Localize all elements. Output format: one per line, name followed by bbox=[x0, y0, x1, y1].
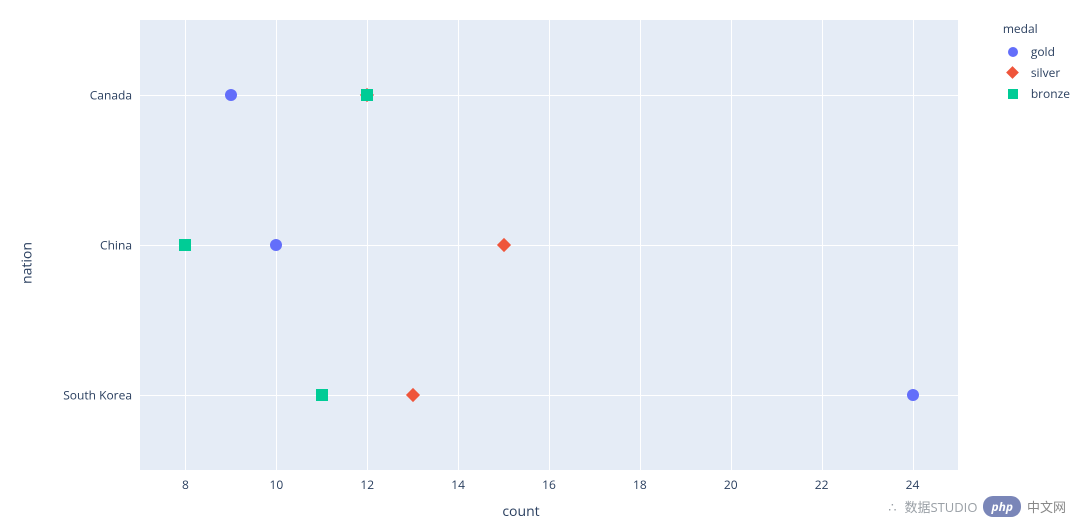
y-tick-label: China bbox=[100, 237, 140, 254]
data-point[interactable] bbox=[361, 89, 373, 101]
php-badge-icon: php bbox=[983, 496, 1021, 517]
x-tick-label: 8 bbox=[182, 470, 189, 493]
data-point[interactable] bbox=[316, 389, 328, 401]
x-tick-label: 22 bbox=[815, 470, 829, 493]
plot-area[interactable]: 81012141618202224CanadaChinaSouth Korea bbox=[140, 20, 958, 470]
x-axis-title: count bbox=[502, 502, 539, 521]
gridline-horizontal bbox=[140, 245, 958, 246]
watermark-brand: 数据STUDIO bbox=[904, 497, 977, 516]
x-tick-label: 20 bbox=[724, 470, 738, 493]
legend: medal gold silver bronze bbox=[1003, 20, 1070, 104]
watermark: ∴ 数据STUDIO php 中文网 bbox=[888, 496, 1066, 517]
data-point[interactable] bbox=[406, 388, 420, 402]
square-icon bbox=[1003, 87, 1023, 101]
diamond-icon bbox=[1003, 66, 1023, 80]
legend-item-label: silver bbox=[1031, 64, 1060, 81]
data-point[interactable] bbox=[179, 239, 191, 251]
legend-item-label: gold bbox=[1031, 43, 1055, 60]
x-tick-label: 12 bbox=[360, 470, 374, 493]
x-tick-label: 16 bbox=[542, 470, 556, 493]
y-tick-label: South Korea bbox=[63, 387, 140, 404]
data-point[interactable] bbox=[270, 239, 282, 251]
x-tick-label: 10 bbox=[269, 470, 283, 493]
legend-item-gold[interactable]: gold bbox=[1003, 41, 1070, 62]
wechat-icon: ∴ bbox=[888, 498, 898, 516]
data-point[interactable] bbox=[225, 89, 237, 101]
data-point[interactable] bbox=[496, 238, 510, 252]
legend-title: medal bbox=[1003, 20, 1070, 37]
legend-item-silver[interactable]: silver bbox=[1003, 62, 1070, 83]
y-tick-label: Canada bbox=[90, 86, 140, 103]
chart-container: nation count 81012141618202224CanadaChin… bbox=[0, 0, 1080, 525]
x-tick-label: 18 bbox=[633, 470, 647, 493]
legend-item-bronze[interactable]: bronze bbox=[1003, 83, 1070, 104]
x-tick-label: 24 bbox=[906, 470, 920, 493]
y-axis-title: nation bbox=[17, 242, 36, 284]
gridline-horizontal bbox=[140, 395, 958, 396]
x-tick-label: 14 bbox=[451, 470, 465, 493]
watermark-suffix: 中文网 bbox=[1027, 497, 1066, 516]
data-point[interactable] bbox=[907, 389, 919, 401]
gridline-horizontal bbox=[140, 95, 958, 96]
legend-item-label: bronze bbox=[1031, 85, 1070, 102]
circle-icon bbox=[1003, 45, 1023, 59]
